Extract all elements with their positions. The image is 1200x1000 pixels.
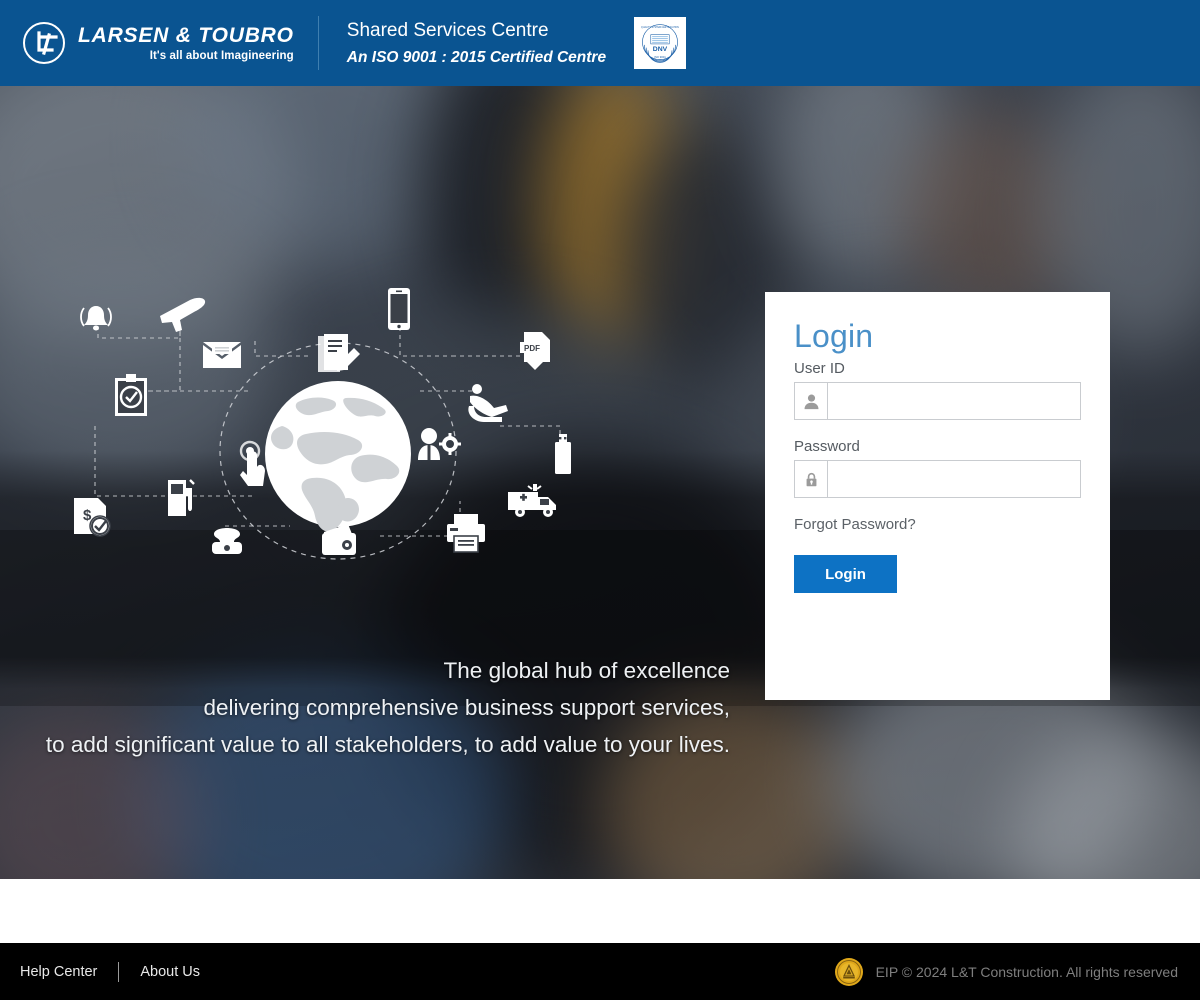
footer-copyright-block: EIP © 2024 L&T Construction. All rights … [834, 957, 1200, 987]
document-edit-icon [318, 334, 360, 372]
header-titles: Shared Services Centre An ISO 9001 : 201… [347, 17, 606, 69]
clipboard-check-icon [115, 374, 147, 416]
header-title: Shared Services Centre [346, 19, 549, 41]
password-label: Password [794, 438, 860, 455]
envelope-icon [203, 342, 241, 368]
user-id-label: User ID [794, 360, 845, 377]
brand-name: LARSEN & TOUBRO [78, 23, 294, 47]
touch-pointer-icon [239, 440, 265, 486]
invoice-dollar-check-icon: $ [74, 498, 111, 537]
footer-link-about-us[interactable]: About Us [140, 964, 200, 980]
lt-monogram-icon [22, 21, 66, 65]
footer-link-help-center[interactable]: Help Center [20, 964, 97, 980]
user-icon [795, 383, 828, 419]
tagline-line-2: delivering comprehensive business suppor… [203, 695, 730, 720]
fuel-pump-icon [168, 479, 195, 516]
login-panel: Login User ID Password Forgot Password? … [765, 292, 1110, 700]
svg-text:PDF: PDF [524, 344, 540, 353]
login-heading: Login [794, 318, 874, 354]
usb-drive-icon [555, 434, 571, 474]
printer-icon [447, 514, 485, 553]
lock-icon [795, 461, 828, 497]
svg-text:QUALITY SYSTEM CERTIFICATION: QUALITY SYSTEM CERTIFICATION [641, 26, 679, 29]
brand-text: LARSEN & TOUBRO It's all about Imagineer… [78, 24, 294, 62]
brand-block: LARSEN & TOUBRO It's all about Imagineer… [0, 21, 294, 65]
pdf-download-icon: PDF [520, 332, 550, 370]
tagline-line-3: to add significant value to all stakehol… [45, 732, 730, 757]
password-input[interactable] [828, 461, 1080, 497]
mobile-phone-icon [388, 288, 410, 330]
login-submit-button[interactable]: Login [794, 555, 897, 593]
ambulance-icon [508, 484, 556, 517]
bell-icon [80, 306, 112, 331]
password-field[interactable] [794, 460, 1081, 498]
header-divider [317, 16, 319, 70]
globe-icon [265, 381, 411, 532]
footer-copyright-text: EIP © 2024 L&T Construction. All rights … [875, 963, 1178, 980]
recliner-chair-icon [468, 384, 508, 422]
user-id-input[interactable] [828, 383, 1080, 419]
forgot-password-link[interactable]: Forgot Password? [794, 516, 916, 533]
header-subtitle: An ISO 9001 : 2015 Certified Centre [346, 48, 607, 66]
footer-links: Help Center About Us [0, 961, 200, 982]
login-page: LARSEN & TOUBRO It's all about Imagineer… [0, 0, 1200, 1000]
airplane-icon [160, 297, 206, 332]
footer-link-divider [118, 961, 120, 982]
user-id-field[interactable] [794, 382, 1081, 420]
dnv-certification-badge-icon: DNV ISO 9001 QUALITY SYSTEM CERTIFICATIO… [634, 17, 687, 69]
brand-tagline: It's all about Imagineering [149, 50, 294, 63]
hero-banner: PDF $ The global hub of excellence deliv… [0, 86, 1200, 879]
lt-construction-seal-icon [834, 957, 864, 987]
services-network-graphic: PDF $ [60, 286, 700, 576]
svg-text:ISO 9001: ISO 9001 [654, 55, 666, 59]
page-footer: Help Center About Us EIP © 2024 L&T Cons… [0, 943, 1200, 1000]
tagline-line-1: The global hub of excellence [443, 658, 730, 683]
content-spacer [0, 879, 1200, 943]
svg-text:DNV: DNV [653, 46, 668, 53]
hero-tagline: The global hub of excellence delivering … [0, 652, 760, 763]
app-header: LARSEN & TOUBRO It's all about Imagineer… [0, 0, 1200, 86]
telephone-icon [212, 528, 242, 554]
